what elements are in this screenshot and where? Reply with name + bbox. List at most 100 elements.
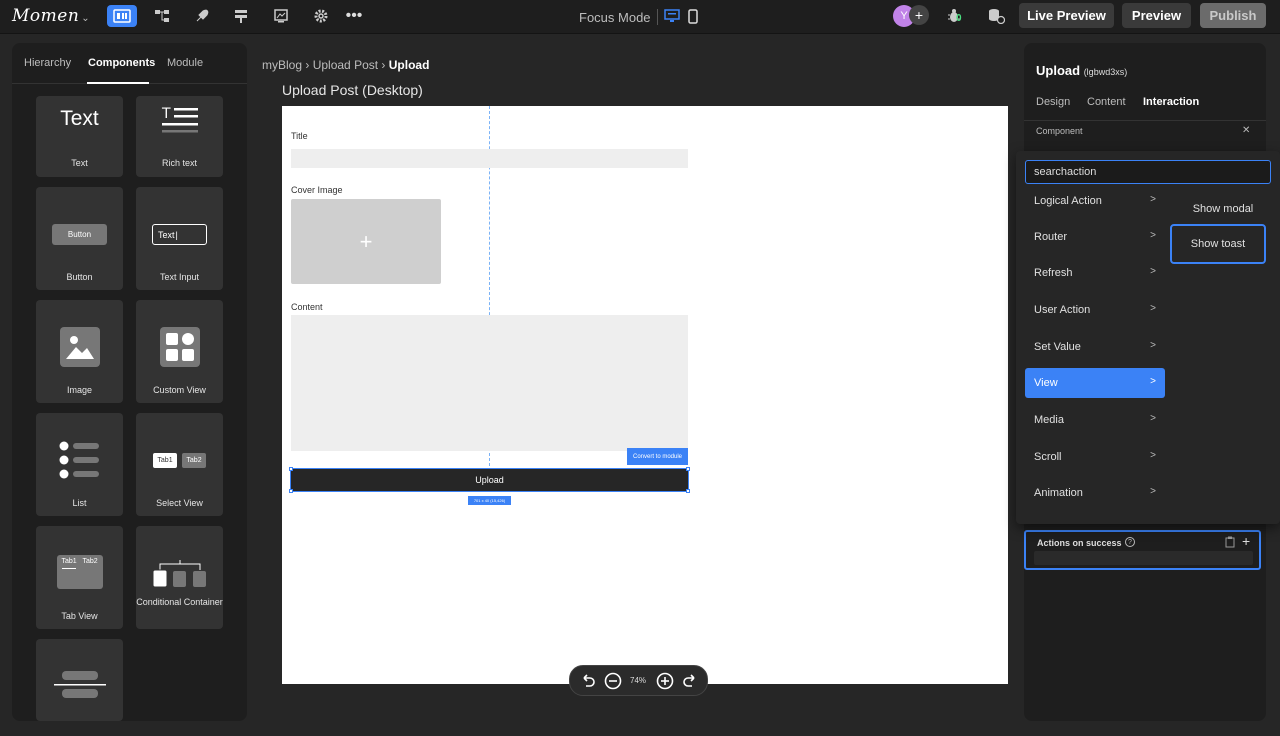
- menu-item-label: View: [1034, 377, 1058, 389]
- resize-handle[interactable]: [289, 489, 293, 493]
- desktop-view-button[interactable]: [660, 5, 684, 27]
- menu-item-media[interactable]: Media >: [1025, 405, 1165, 435]
- focus-mode-label[interactable]: Focus Mode: [579, 10, 651, 25]
- top-bar: Momen ⌄ ••• Focus Mode Y + 0 Live Preview…: [0, 0, 1280, 34]
- actionflow-tool-button[interactable]: [187, 5, 217, 27]
- tab-design[interactable]: Design: [1036, 96, 1070, 108]
- chevron-right-icon: >: [1150, 376, 1156, 387]
- zoom-out-icon[interactable]: [604, 672, 622, 690]
- component-text-input[interactable]: Text | Text Input: [136, 187, 223, 290]
- preview-button[interactable]: Preview: [1122, 3, 1191, 28]
- undo-icon[interactable]: [580, 672, 596, 688]
- component-text[interactable]: Text Text: [36, 96, 123, 177]
- divider: [1024, 120, 1266, 121]
- component-custom-view[interactable]: Custom View: [136, 300, 223, 403]
- menu-item-label: Router: [1034, 231, 1068, 243]
- chevron-right-icon: >: [1150, 413, 1156, 424]
- redo-icon[interactable]: [682, 672, 698, 688]
- tab-components[interactable]: Components: [88, 57, 155, 69]
- paste-icon[interactable]: [1225, 536, 1235, 551]
- tab-view-tab2: Tab2: [82, 558, 98, 565]
- component-button[interactable]: Button Button: [36, 187, 123, 290]
- select-view-tab1: Tab1: [153, 452, 177, 468]
- add-action-icon[interactable]: +: [1242, 533, 1250, 549]
- menu-item-scroll[interactable]: Scroll >: [1025, 442, 1165, 472]
- submenu-show-toast[interactable]: Show toast: [1170, 224, 1266, 264]
- component-divider[interactable]: [36, 639, 123, 721]
- tab-content[interactable]: Content: [1087, 96, 1126, 108]
- action-search-input[interactable]: [1025, 160, 1271, 184]
- svg-text:T: T: [161, 106, 171, 122]
- breadcrumb-item[interactable]: Upload Post: [313, 58, 378, 72]
- cover-image-picker[interactable]: +: [291, 199, 441, 284]
- component-conditional-container[interactable]: Conditional Container: [136, 526, 223, 629]
- app-logo[interactable]: Momen ⌄: [12, 6, 90, 26]
- database-button[interactable]: [984, 5, 1008, 27]
- component-list[interactable]: List: [36, 413, 123, 516]
- chevron-right-icon: ›: [381, 58, 389, 72]
- component-label: Text: [71, 158, 88, 168]
- chevron-right-icon: >: [1150, 450, 1156, 461]
- breadcrumb-item[interactable]: myBlog: [262, 58, 302, 72]
- api-icon: [235, 10, 247, 23]
- components-panel: Hierarchy Components Module Text Text T …: [12, 43, 247, 721]
- tab-hierarchy[interactable]: Hierarchy: [24, 57, 71, 69]
- title-label[interactable]: Title: [291, 131, 308, 141]
- tab-module[interactable]: Module: [167, 57, 203, 69]
- menu-item-set-value[interactable]: Set Value >: [1025, 332, 1165, 362]
- submenu-show-modal[interactable]: Show modal: [1176, 191, 1270, 227]
- content-input[interactable]: [291, 315, 688, 451]
- selected-component-title: Upload (lgbwd3xs): [1036, 63, 1127, 78]
- zoom-level[interactable]: 74%: [630, 676, 646, 685]
- publish-button[interactable]: Publish: [1200, 3, 1266, 28]
- actions-list[interactable]: [1034, 551, 1253, 565]
- menu-item-view[interactable]: View >: [1025, 368, 1165, 398]
- action-picker-dropdown: Logical Action > Router > Refresh > User Ac…: [1016, 151, 1280, 524]
- convert-to-module-button[interactable]: Convert to module: [627, 448, 688, 465]
- resize-handle[interactable]: [289, 467, 293, 471]
- list-icon: [36, 440, 123, 480]
- assets-tool-button[interactable]: [266, 5, 296, 27]
- chevron-right-icon: >: [1150, 230, 1156, 241]
- component-select-view[interactable]: Tab1 Tab2 Select View: [136, 413, 223, 516]
- more-icon[interactable]: •••: [339, 5, 369, 27]
- resize-handle[interactable]: [686, 467, 690, 471]
- settings-tool-button[interactable]: [306, 5, 336, 27]
- chevron-right-icon: >: [1150, 340, 1156, 351]
- menu-item-animation[interactable]: Animation >: [1025, 478, 1165, 508]
- add-collaborator-icon[interactable]: +: [909, 5, 929, 25]
- help-icon[interactable]: ?: [1125, 537, 1135, 547]
- content-label[interactable]: Content: [291, 302, 323, 312]
- divider-component-icon: [36, 669, 123, 701]
- upload-button[interactable]: Upload: [290, 468, 689, 492]
- actions-on-success-section[interactable]: Actions on success ? +: [1024, 530, 1261, 570]
- mobile-view-button[interactable]: [682, 5, 704, 27]
- size-tag: 701 x 40 (15,426): [468, 496, 511, 505]
- breadcrumb-current: Upload: [388, 58, 430, 72]
- cover-image-label[interactable]: Cover Image: [291, 185, 343, 195]
- collapse-icon[interactable]: ✕: [1242, 125, 1250, 136]
- component-image[interactable]: Image: [36, 300, 123, 403]
- select-view-tab2: Tab2: [182, 452, 206, 468]
- chevron-down-icon[interactable]: ⌄: [81, 13, 90, 24]
- component-label: Conditional Container: [136, 597, 223, 607]
- title-input[interactable]: [291, 149, 688, 168]
- zoom-in-icon[interactable]: [656, 672, 674, 690]
- api-tool-button[interactable]: [226, 5, 256, 27]
- menu-item-router[interactable]: Router >: [1025, 222, 1165, 252]
- menu-item-logical-action[interactable]: Logical Action >: [1025, 186, 1165, 216]
- page-tool-button[interactable]: [107, 5, 137, 27]
- component-rich-text[interactable]: T Rich text: [136, 96, 223, 177]
- tab-view-icon: Tab1 Tab2: [36, 555, 123, 589]
- rocket-icon: [196, 9, 209, 22]
- live-preview-button[interactable]: Live Preview: [1019, 3, 1114, 28]
- menu-item-refresh[interactable]: Refresh >: [1025, 258, 1165, 288]
- tab-interaction[interactable]: Interaction: [1143, 96, 1199, 108]
- menu-item-user-action[interactable]: User Action >: [1025, 295, 1165, 325]
- zoom-toolbar: 74%: [569, 665, 708, 696]
- component-tab-view[interactable]: Tab1 Tab2 Tab View: [36, 526, 123, 629]
- resize-handle[interactable]: [686, 489, 690, 493]
- design-canvas[interactable]: Title Cover Image + Content Convert to m…: [282, 106, 1008, 684]
- menu-item-label: Set Value: [1034, 341, 1081, 353]
- data-model-tool-button[interactable]: [147, 5, 177, 27]
